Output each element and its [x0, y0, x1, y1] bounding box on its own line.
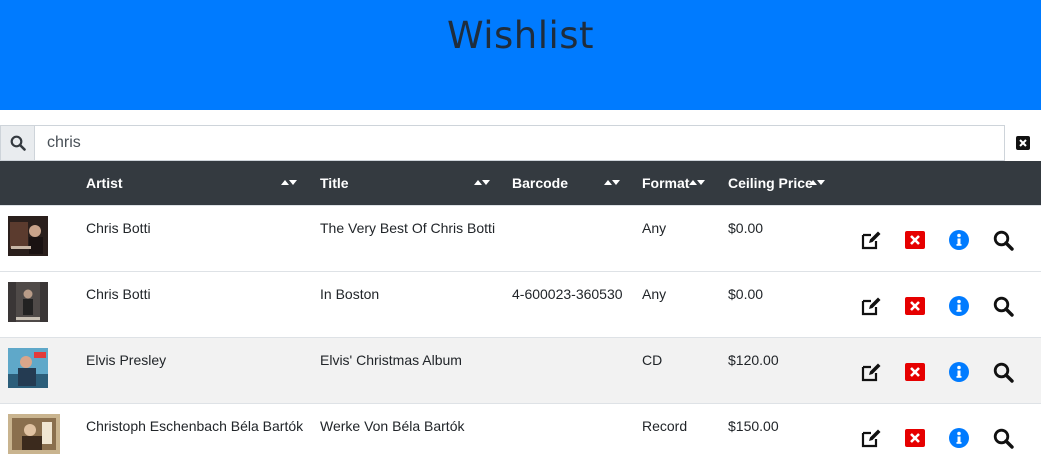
search-icon	[993, 230, 1014, 251]
info-icon	[949, 296, 969, 316]
table-row: Elvis Presley Elvis' Christmas Album CD …	[0, 337, 1041, 403]
barcode-cell: 4-600023-360530	[512, 286, 623, 302]
column-header-ceiling-price[interactable]: Ceiling Price	[728, 161, 813, 205]
title-cell: Elvis' Christmas Album	[320, 352, 462, 368]
info-button[interactable]	[947, 228, 971, 252]
delete-icon	[905, 363, 925, 381]
price-cell: $150.00	[728, 418, 779, 434]
search-icon	[993, 428, 1014, 449]
delete-icon	[905, 297, 925, 315]
table-row: Chris Botti The Very Best Of Chris Botti…	[0, 205, 1041, 271]
column-label: Ceiling Price	[728, 175, 813, 191]
title-cell: The Very Best Of Chris Botti	[320, 220, 496, 236]
lookup-button[interactable]	[991, 228, 1015, 252]
info-button[interactable]	[947, 360, 971, 384]
price-cell: $120.00	[728, 352, 779, 368]
format-cell: Any	[642, 286, 667, 302]
album-cover-thumbnail	[8, 216, 48, 256]
edit-button[interactable]	[859, 426, 883, 450]
sort-icon[interactable]	[603, 176, 621, 190]
format-cell: Record	[642, 418, 688, 434]
title-cell: Werke Von Béla Bartók	[320, 418, 465, 434]
artist-cell: Chris Botti	[86, 220, 151, 236]
wishlist-table: Artist Title Barcode Format Ceiling Pric…	[0, 161, 1041, 469]
info-icon	[949, 230, 969, 250]
search-icon	[10, 135, 26, 151]
artist-cell: Christoph Eschenbach Béla Bartók	[86, 418, 304, 434]
search-addon	[0, 125, 34, 161]
sort-icon[interactable]	[473, 176, 491, 190]
lookup-button[interactable]	[991, 294, 1015, 318]
sort-icon[interactable]	[280, 176, 298, 190]
sort-icon[interactable]	[808, 176, 826, 190]
edit-icon	[861, 297, 881, 316]
info-icon	[949, 428, 969, 448]
close-square-icon	[1016, 136, 1030, 150]
edit-icon	[861, 231, 881, 250]
column-header-artist[interactable]: Artist	[86, 161, 123, 205]
column-label: Barcode	[512, 175, 569, 191]
info-button[interactable]	[947, 294, 971, 318]
price-cell: $0.00	[728, 286, 764, 302]
column-label: Title	[320, 175, 349, 191]
search-icon	[993, 296, 1014, 317]
artist-cell: Chris Botti	[86, 286, 151, 302]
info-icon	[949, 362, 969, 382]
column-label: Artist	[86, 175, 123, 191]
lookup-button[interactable]	[991, 426, 1015, 450]
delete-button[interactable]	[903, 228, 927, 252]
column-header-barcode[interactable]: Barcode	[512, 161, 568, 205]
search-input[interactable]	[34, 125, 1005, 161]
page-header: Wishlist	[0, 0, 1041, 110]
edit-icon	[861, 363, 881, 382]
delete-icon	[905, 231, 925, 249]
title-cell: In Boston	[320, 286, 380, 302]
table-header: Artist Title Barcode Format Ceiling Pric…	[0, 161, 1041, 205]
delete-icon	[905, 429, 925, 447]
format-cell: CD	[642, 352, 663, 368]
search-icon	[993, 362, 1014, 383]
delete-button[interactable]	[903, 360, 927, 384]
column-header-title[interactable]: Title	[320, 161, 349, 205]
delete-button[interactable]	[903, 426, 927, 450]
format-cell: Any	[642, 220, 667, 236]
search-bar	[0, 125, 1041, 161]
column-label: Format	[642, 175, 690, 191]
page-title: Wishlist	[446, 14, 595, 57]
artist-cell: Elvis Presley	[86, 352, 167, 368]
album-cover-thumbnail	[8, 348, 48, 388]
column-header-format[interactable]: Format	[642, 161, 689, 205]
edit-button[interactable]	[859, 294, 883, 318]
lookup-button[interactable]	[991, 360, 1015, 384]
table-row: Christoph Eschenbach Béla Bartók Werke V…	[0, 403, 1041, 469]
table-row: Chris Botti In Boston 4-600023-360530 An…	[0, 271, 1041, 337]
edit-button[interactable]	[859, 228, 883, 252]
edit-button[interactable]	[859, 360, 883, 384]
price-cell: $0.00	[728, 220, 764, 236]
info-button[interactable]	[947, 426, 971, 450]
delete-button[interactable]	[903, 294, 927, 318]
edit-icon	[861, 429, 881, 448]
album-cover-thumbnail	[8, 414, 60, 454]
clear-search-button[interactable]	[1005, 125, 1041, 161]
sort-icon[interactable]	[688, 176, 706, 190]
album-cover-thumbnail	[8, 282, 48, 322]
